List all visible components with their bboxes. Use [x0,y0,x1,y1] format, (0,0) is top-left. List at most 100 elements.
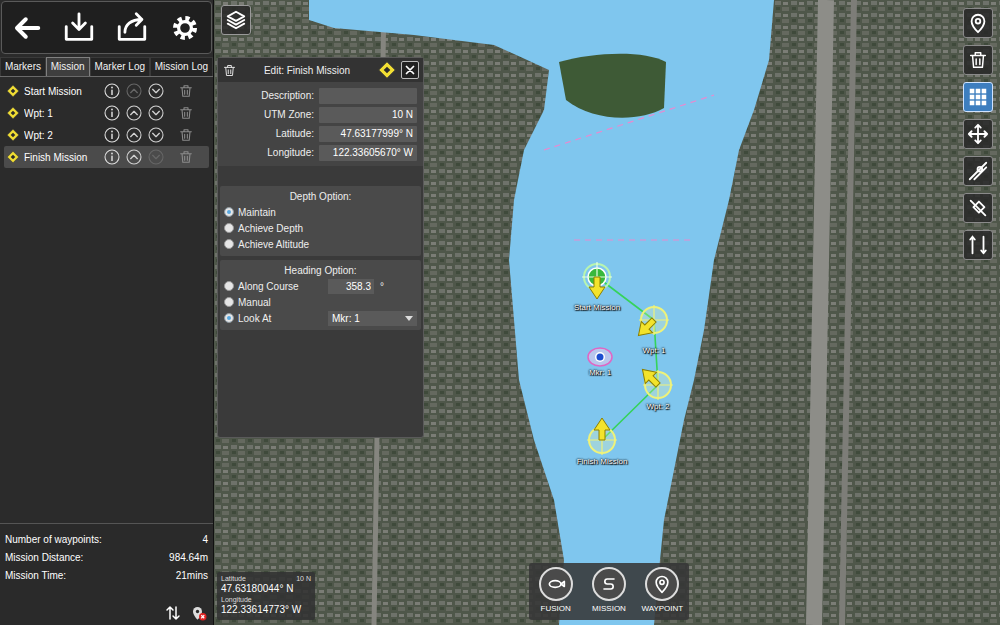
radio-option[interactable]: Along Course° [224,278,417,294]
panel-tab[interactable]: Mission [46,57,90,76]
fusion-sub-icon[interactable] [539,567,573,601]
app-window: MarkersMissionMarker LogMission Log Star… [0,0,1000,625]
mission-item-label[interactable]: Start Mission [24,84,104,99]
grid-pattern-icon[interactable] [963,82,993,112]
field-input[interactable] [319,145,417,161]
radio-option[interactable]: Maintain [224,204,417,220]
info-icon[interactable] [104,105,120,121]
panel-tab[interactable]: Marker Log [90,57,150,76]
mode-bar: FUSION MISSION WAYPOINT [529,563,689,620]
delete-trash-icon[interactable] [178,105,194,121]
waypoint-pin-icon[interactable] [573,253,621,301]
radio-label[interactable]: Look At [238,311,328,326]
mission-item[interactable]: Start Mission [4,80,209,102]
latitude-caption: Latitude 10 N [221,574,311,583]
mode-button-label[interactable]: FUSION [541,604,571,614]
map-toolbar [963,8,993,260]
look-at-value[interactable]: Mkr: 1 [332,311,360,326]
radio-option[interactable]: Manual [224,294,417,310]
panel-tab[interactable]: Markers [0,57,46,76]
mission-item-label[interactable]: Wpt: 2 [24,128,104,143]
waypoint-pin-icon[interactable] [630,296,678,344]
field-input[interactable] [319,126,417,142]
mission-item-label[interactable]: Finish Mission [24,150,104,165]
mission-item-tools [104,105,194,121]
mode-button[interactable]: FUSION [530,567,582,614]
panel-tab[interactable]: Mission Log [150,57,213,76]
longitude-caption: Longitude [221,595,311,604]
move-down-icon[interactable] [148,105,164,121]
info-icon[interactable] [104,149,120,165]
radio-option[interactable]: Look At Mkr: 1 [224,310,417,326]
radio-label[interactable]: Maintain [238,205,328,220]
radio-button[interactable] [224,239,234,249]
radio-button[interactable] [224,207,234,217]
mission-item[interactable]: Wpt: 1 [4,102,209,124]
summary-row: Mission Time:21mins [5,566,208,584]
delete-trash-icon[interactable] [178,149,194,165]
mission-item[interactable]: Finish Mission [4,146,209,168]
delete-trash-icon[interactable] [178,83,194,99]
waypoint-fields: Description:UTM Zone:Latitude:Longitude: [218,82,423,166]
mission-item[interactable]: Wpt: 2 [4,124,209,146]
waypoint-pin-icon[interactable] [634,361,682,409]
waypoint-pin-icon[interactable] [578,416,626,464]
mode-button[interactable]: WAYPOINT [636,567,688,614]
mission-path-icon[interactable] [592,567,626,601]
longitude-value: 122.33614773° W [221,604,311,616]
mode-button[interactable]: MISSION [583,567,635,614]
radio-label[interactable]: Achieve Depth [238,221,328,236]
mode-button-label[interactable]: WAYPOINT [641,604,683,614]
radio-button[interactable] [224,313,234,323]
utm-zone: 10 N [296,574,311,583]
back-arrow-icon[interactable] [12,13,42,43]
radio-option[interactable]: Achieve Depth [224,220,417,236]
summary-label: Mission Distance: [5,550,83,565]
move-down-icon[interactable] [148,127,164,143]
move-up-icon[interactable] [126,105,142,121]
close-x-icon[interactable] [401,61,419,79]
field-row: UTM Zone: [221,105,420,124]
latitude-label: Latitude [221,574,246,583]
map-layers-icon[interactable] [221,5,251,35]
clear-markers-icon[interactable] [190,604,208,622]
info-icon[interactable] [104,83,120,99]
delete-trash-icon[interactable] [178,127,194,143]
delete-trash-icon[interactable] [222,63,237,78]
field-input[interactable] [319,88,417,104]
move-arrows-icon[interactable] [963,119,993,149]
settings-gears-icon[interactable] [169,12,201,44]
move-up-icon[interactable] [126,127,142,143]
dropdown-caret-icon[interactable] [405,316,413,321]
export-icon[interactable] [115,11,149,45]
move-down-icon[interactable] [148,83,164,99]
add-marker-pin-icon[interactable] [963,8,993,38]
map-view[interactable]: Start MissionWpt: 1Wpt: 2Finish MissionM… [214,0,1000,625]
survey-line-icon[interactable] [963,156,993,186]
radio-button[interactable] [224,281,234,291]
move-up-icon[interactable] [126,149,142,165]
radio-label[interactable]: Achieve Altitude [238,237,328,252]
mission-item-label[interactable]: Wpt: 1 [24,106,104,121]
info-icon[interactable] [104,127,120,143]
option-group: Heading Option:Along Course°ManualLook A… [220,260,421,330]
map-pin-label: Finish Mission [577,457,628,467]
reverse-order-icon[interactable] [164,604,182,622]
mode-button-label[interactable]: MISSION [592,604,626,614]
survey-area-icon[interactable] [963,193,993,223]
radio-label[interactable]: Along Course [238,279,328,294]
course-input[interactable] [328,279,374,294]
radio-button[interactable] [224,223,234,233]
radio-option[interactable]: Achieve Altitude [224,236,417,252]
look-at-dropdown[interactable]: Mkr: 1 [328,311,417,326]
import-icon[interactable] [62,11,96,45]
lawnmower-path-icon[interactable] [963,230,993,260]
waypoint-diamond-icon [6,106,20,120]
radio-button[interactable] [224,297,234,307]
radio-label[interactable]: Manual [238,295,328,310]
waypoint-pin-icon[interactable] [645,567,679,601]
delete-trash-icon[interactable] [963,45,993,75]
field-input[interactable] [319,107,417,123]
option-group: Depth Option:MaintainAchieve DepthAchiev… [220,186,421,256]
move-down-icon [148,149,164,165]
